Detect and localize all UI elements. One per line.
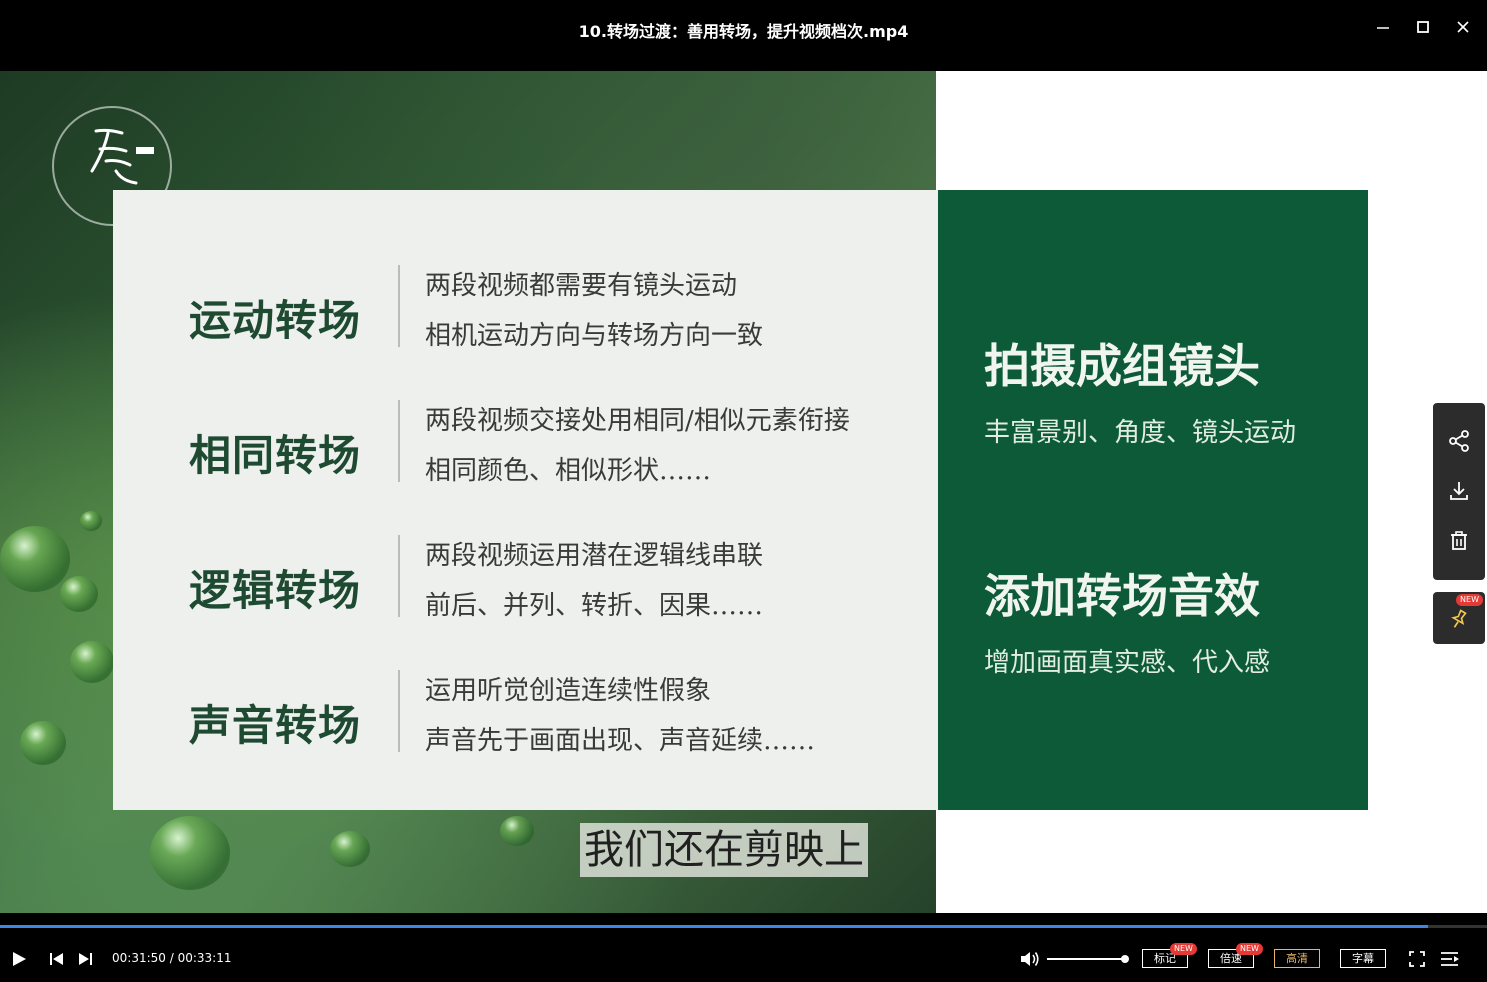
row-line-2: 相同颜色、相似形状…… — [425, 456, 712, 486]
row-title: 声音转场 — [189, 701, 362, 750]
water-drop — [80, 511, 102, 531]
water-drop — [330, 831, 370, 867]
playlist-icon[interactable] — [1440, 950, 1460, 968]
row-divider — [398, 670, 400, 752]
row-line-2: 前后、并列、转折、因果…… — [425, 591, 764, 621]
brush-logo-icon — [90, 128, 154, 185]
row-line-1: 两段视频都需要有镜头运动 — [425, 271, 738, 301]
title-bar: 10.转场过渡：善用转场，提升视频档次.mp4 — [0, 0, 1487, 71]
close-icon — [1457, 21, 1469, 33]
row-divider — [398, 535, 400, 617]
window-title: 10.转场过渡：善用转场，提升视频档次.mp4 — [578, 22, 909, 41]
new-badge: NEW — [1236, 943, 1263, 955]
close-button[interactable] — [1450, 14, 1476, 40]
maximize-button[interactable] — [1410, 14, 1436, 40]
transition-row-same: 相同转场 两段视频交接处用相同/相似元素衔接 相同颜色、相似形状…… — [113, 400, 938, 510]
delete-icon[interactable] — [1447, 529, 1471, 553]
water-drop — [60, 576, 98, 612]
water-drop — [20, 721, 66, 765]
row-line-2: 声音先于画面出现、声音延续…… — [425, 726, 816, 756]
tip-sub-1: 丰富景别、角度、镜头运动 — [984, 418, 1297, 448]
water-drop — [500, 816, 534, 846]
row-title: 相同转场 — [189, 431, 362, 480]
volume-knob[interactable] — [1121, 955, 1129, 963]
pin-icon — [1451, 609, 1467, 628]
row-divider — [398, 265, 400, 347]
video-subtitle: 我们还在剪映上 — [580, 823, 868, 877]
minimize-icon — [1377, 27, 1389, 29]
play-icon[interactable] — [10, 950, 28, 968]
row-line-1: 运用听觉创造连续性假象 — [425, 676, 712, 706]
current-time: 00:31:50 — [112, 951, 166, 965]
transition-row-motion: 运动转场 两段视频都需要有镜头运动 相机运动方向与转场方向一致 — [113, 265, 938, 375]
water-drop — [70, 641, 114, 683]
total-time: 00:33:11 — [177, 951, 232, 965]
time-separator: / — [165, 951, 178, 965]
tip-heading-1: 拍摄成组镜头 — [984, 339, 1260, 393]
row-title: 逻辑转场 — [189, 566, 362, 615]
previous-icon[interactable] — [48, 951, 66, 967]
row-title: 运动转场 — [189, 296, 362, 345]
pin-button[interactable]: NEW — [1433, 592, 1485, 644]
slide-card: 运动转场 两段视频都需要有镜头运动 相机运动方向与转场方向一致 相同转场 两段视… — [113, 190, 938, 810]
time-display: 00:31:50 / 00:33:11 — [112, 951, 231, 965]
progress-bar[interactable] — [0, 925, 1487, 928]
tip-sub-2: 增加画面真实感、代入感 — [984, 648, 1271, 678]
share-icon[interactable] — [1447, 429, 1471, 453]
quality-button[interactable]: 高清 — [1274, 949, 1320, 968]
volume-slider[interactable] — [1047, 955, 1129, 963]
volume-icon[interactable] — [1019, 949, 1041, 969]
water-drop — [0, 526, 70, 592]
transition-row-logic: 逻辑转场 两段视频运用潜在逻辑线串联 前后、并列、转折、因果…… — [113, 535, 938, 645]
video-frame[interactable]: 运动转场 两段视频都需要有镜头运动 相机运动方向与转场方向一致 相同转场 两段视… — [0, 71, 1487, 913]
new-badge: NEW — [1170, 943, 1197, 955]
next-icon[interactable] — [76, 951, 94, 967]
tips-panel: 拍摄成组镜头 丰富景别、角度、镜头运动 添加转场音效 增加画面真实感、代入感 — [938, 190, 1368, 810]
maximize-icon — [1417, 21, 1429, 33]
new-badge: NEW — [1456, 594, 1483, 606]
progress-fill — [0, 925, 1428, 928]
minimize-button[interactable] — [1370, 14, 1396, 40]
side-toolbar — [1433, 403, 1485, 580]
row-line-1: 两段视频交接处用相同/相似元素衔接 — [425, 406, 850, 436]
subtitle-button[interactable]: 字幕 — [1340, 949, 1386, 968]
row-divider — [398, 400, 400, 482]
fullscreen-icon[interactable] — [1408, 950, 1426, 968]
row-line-1: 两段视频运用潜在逻辑线串联 — [425, 541, 764, 571]
water-drop — [150, 816, 230, 890]
tip-heading-2: 添加转场音效 — [984, 569, 1260, 623]
player-controls: 00:31:50 / 00:33:11 标记 NEW 倍速 NEW 高清 字幕 — [0, 913, 1487, 982]
transition-row-sound: 声音转场 运用听觉创造连续性假象 声音先于画面出现、声音延续…… — [113, 670, 938, 780]
row-line-2: 相机运动方向与转场方向一致 — [425, 321, 764, 351]
download-icon[interactable] — [1447, 479, 1471, 503]
